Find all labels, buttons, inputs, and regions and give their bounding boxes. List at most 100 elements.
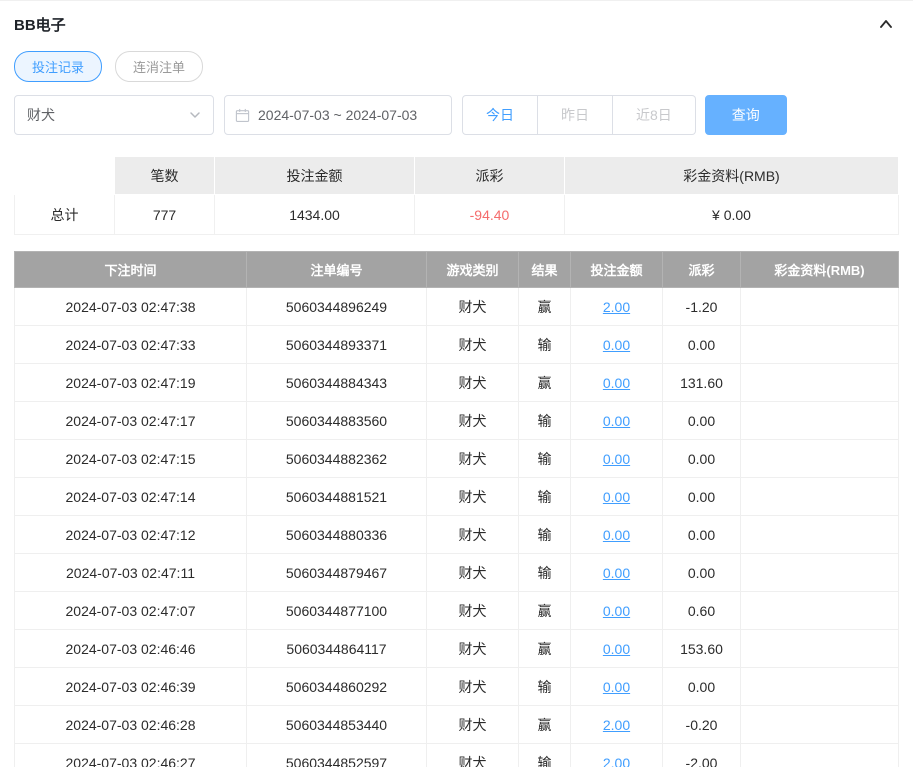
column-header: 彩金资料(RMB) [740,251,899,288]
game-category: 财犬 [426,439,519,478]
bet-amount-link[interactable]: 2.00 [603,299,630,315]
quick-range-today[interactable]: 今日 [462,95,538,135]
collapse-button[interactable] [873,11,899,37]
table-row: 2024-07-03 02:47:38 5060344896249 财犬 赢 2… [14,287,899,326]
bet-amount-link[interactable]: 0.00 [603,527,630,543]
table-row: 2024-07-03 02:47:15 5060344882362 财犬 输 0… [14,439,899,478]
chevron-down-icon [190,112,200,118]
bet-amount-link[interactable]: 0.00 [603,679,630,695]
payout-value: 153.60 [662,629,741,668]
bet-table-body: 2024-07-03 02:47:38 5060344896249 财犬 赢 2… [14,287,899,767]
bet-time: 2024-07-03 02:47:17 [14,401,247,440]
bonus-value [740,287,899,326]
bet-time: 2024-07-03 02:47:38 [14,287,247,326]
bet-result: 赢 [518,287,571,326]
payout-value: -0.20 [662,705,741,744]
bet-result: 赢 [518,629,571,668]
bonus-value [740,325,899,364]
game-category: 财犬 [426,705,519,744]
bet-result: 输 [518,401,571,440]
order-number: 5060344893371 [246,325,427,364]
bet-amount-link[interactable]: 2.00 [603,755,630,767]
payout-value: 0.00 [662,439,741,478]
bonus-value [740,439,899,478]
summary-header-row: 笔数 投注金额 派彩 彩金资料(RMB) [14,156,899,195]
bet-amount-link[interactable]: 2.00 [603,717,630,733]
game-category: 财犬 [426,629,519,668]
bet-amount-cell: 0.00 [570,477,663,516]
page-title: BB电子 [14,16,66,34]
bet-result: 输 [518,477,571,516]
bonus-value [740,477,899,516]
game-category: 财犬 [426,477,519,516]
tab-cancel-orders[interactable]: 连消注单 [115,51,204,82]
query-button[interactable]: 查询 [704,95,787,135]
bet-time: 2024-07-03 02:46:39 [14,667,247,706]
bonus-value [740,553,899,592]
table-row: 2024-07-03 02:47:11 5060344879467 财犬 输 0… [14,553,899,592]
tab-bet-records[interactable]: 投注记录 [14,51,103,82]
payout-value: 0.60 [662,591,741,630]
bet-amount-link[interactable]: 0.00 [603,489,630,505]
payout-value: 131.60 [662,363,741,402]
table-row: 2024-07-03 02:46:27 5060344852597 财犬 输 2… [14,743,899,767]
bet-amount-link[interactable]: 0.00 [603,337,630,353]
bet-time: 2024-07-03 02:46:46 [14,629,247,668]
payout-value: 0.00 [662,401,741,440]
bet-result: 输 [518,515,571,554]
payout-value: 0.00 [662,667,741,706]
bet-amount-link[interactable]: 0.00 [603,451,630,467]
summary-header-cell: 笔数 [114,156,215,195]
order-number: 5060344884343 [246,363,427,402]
bet-result: 输 [518,325,571,364]
panel-header: BB电子 [14,1,899,47]
bet-table-header-row: 下注时间 注单编号 游戏类别 结果 投注金额 派彩 彩金资料(RMB) [14,251,899,288]
bet-result: 输 [518,743,571,767]
bet-amount-cell: 0.00 [570,553,663,592]
game-category: 财犬 [426,515,519,554]
order-number: 5060344853440 [246,705,427,744]
summary-payout: -94.40 [414,194,565,235]
quick-range-last8days[interactable]: 近8日 [613,95,696,135]
bet-time: 2024-07-03 02:47:12 [14,515,247,554]
bet-amount-link[interactable]: 0.00 [603,641,630,657]
column-header: 下注时间 [14,251,247,288]
bonus-value [740,591,899,630]
table-row: 2024-07-03 02:47:14 5060344881521 财犬 输 0… [14,477,899,516]
summary-header-cell [14,156,115,195]
game-category: 财犬 [426,667,519,706]
table-row: 2024-07-03 02:46:39 5060344860292 财犬 输 0… [14,667,899,706]
date-range-input[interactable]: 2024-07-03 ~ 2024-07-03 [224,95,452,135]
bet-amount-link[interactable]: 0.00 [603,565,630,581]
bet-amount-link[interactable]: 0.00 [603,375,630,391]
column-header: 派彩 [662,251,741,288]
summary-header-cell: 投注金额 [214,156,415,195]
bet-amount-link[interactable]: 0.00 [603,413,630,429]
bet-result: 输 [518,553,571,592]
bonus-value [740,363,899,402]
game-select[interactable]: 财犬 [14,95,214,135]
summary-bonus: ¥ 0.00 [564,194,899,235]
bet-time: 2024-07-03 02:47:07 [14,591,247,630]
bet-time: 2024-07-03 02:47:14 [14,477,247,516]
table-row: 2024-07-03 02:47:19 5060344884343 财犬 赢 0… [14,363,899,402]
summary-count: 777 [114,194,215,235]
payout-value: -1.20 [662,287,741,326]
chevron-up-icon [880,20,892,28]
order-number: 5060344882362 [246,439,427,478]
bet-amount-cell: 0.00 [570,401,663,440]
payout-value: 0.00 [662,477,741,516]
summary-total-row: 总计 777 1434.00 -94.40 ¥ 0.00 [14,194,899,235]
bet-amount-cell: 0.00 [570,667,663,706]
bet-result: 赢 [518,705,571,744]
bet-time: 2024-07-03 02:47:11 [14,553,247,592]
order-number: 5060344881521 [246,477,427,516]
payout-value: -2.00 [662,743,741,767]
payout-value: 0.00 [662,553,741,592]
bet-amount-cell: 0.00 [570,591,663,630]
column-header: 游戏类别 [426,251,519,288]
order-number: 5060344860292 [246,667,427,706]
quick-range-yesterday[interactable]: 昨日 [538,95,613,135]
order-number: 5060344883560 [246,401,427,440]
bet-amount-link[interactable]: 0.00 [603,603,630,619]
